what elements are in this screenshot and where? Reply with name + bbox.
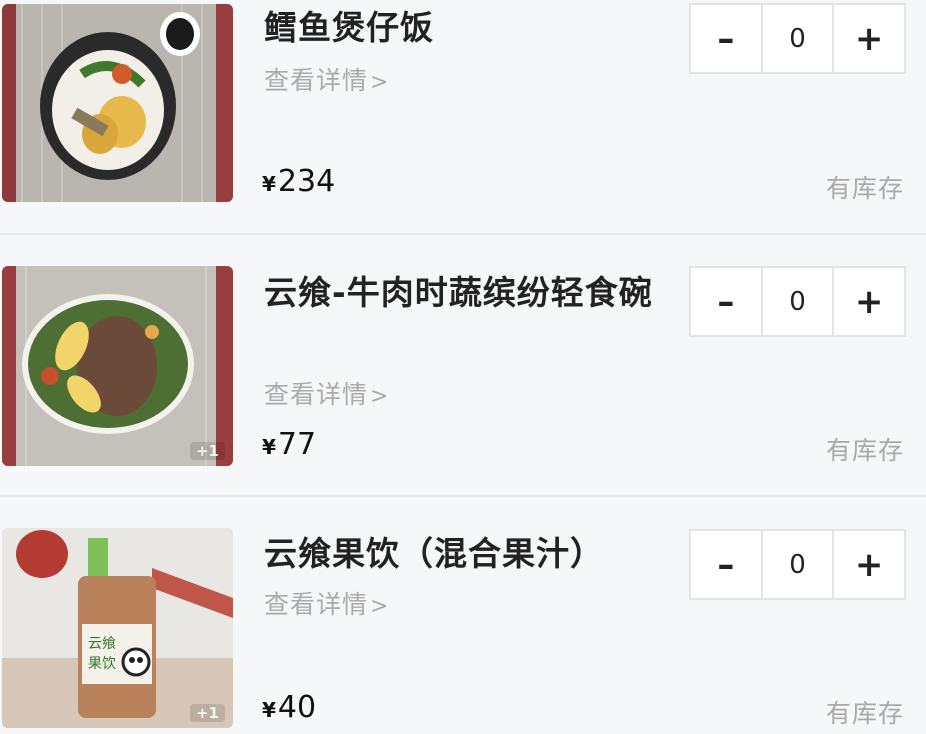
quantity-stepper: – 0 + — [689, 529, 906, 600]
product-price: ¥40 — [262, 690, 316, 725]
list-item: +1 云飨-牛肉时蔬缤纷轻食碗 查看详情> ¥77 有库存 – 0 + — [0, 235, 926, 497]
quantity-value[interactable]: 0 — [760, 5, 835, 72]
view-details-label: 查看详情 — [264, 380, 369, 409]
product-image[interactable]: 云飨 果饮 +1 — [2, 528, 233, 728]
product-name: 云飨-牛肉时蔬缤纷轻食碗 — [264, 273, 653, 312]
decrement-button[interactable]: – — [691, 268, 761, 335]
product-name: 鳕鱼煲仔饭 — [264, 8, 434, 47]
product-price: ¥234 — [262, 164, 335, 199]
list-item: 鳕鱼煲仔饭 查看详情> ¥234 有库存 – 0 + — [0, 0, 926, 235]
view-details-label: 查看详情 — [264, 590, 369, 619]
product-name: 云飨果饮（混合果汁） — [264, 534, 604, 573]
svg-text:果饮: 果饮 — [88, 656, 116, 672]
quantity-value[interactable]: 0 — [760, 531, 835, 598]
chevron-right-icon: > — [370, 384, 390, 409]
view-details-label: 查看详情 — [264, 66, 369, 95]
price-value: 40 — [277, 690, 317, 725]
currency-symbol: ¥ — [262, 698, 276, 722]
view-details-link[interactable]: 查看详情> — [264, 585, 389, 621]
stock-status: 有库存 — [825, 699, 904, 728]
chevron-right-icon: > — [370, 70, 390, 95]
price-value: 77 — [277, 427, 317, 462]
increment-button[interactable]: + — [834, 531, 904, 598]
image-count-badge: +1 — [189, 442, 225, 460]
product-image[interactable] — [2, 4, 233, 202]
product-price: ¥77 — [262, 427, 316, 462]
increment-button[interactable]: + — [834, 268, 904, 335]
svg-text:云飨: 云飨 — [88, 636, 116, 652]
stock-status: 有库存 — [825, 436, 904, 465]
chevron-right-icon: > — [370, 594, 390, 619]
stock-status: 有库存 — [825, 174, 904, 203]
image-count-badge: +1 — [189, 704, 225, 722]
quantity-stepper: – 0 + — [689, 266, 906, 337]
quantity-value[interactable]: 0 — [760, 268, 835, 335]
view-details-link[interactable]: 查看详情> — [264, 61, 389, 97]
increment-button[interactable]: + — [834, 5, 904, 72]
price-value: 234 — [277, 164, 336, 199]
product-image[interactable]: +1 — [2, 266, 233, 466]
list-item: 云飨 果饮 +1 云飨果饮（混合果汁） 查看详情> ¥40 有库存 – 0 + — [0, 497, 926, 734]
view-details-link[interactable]: 查看详情> — [264, 375, 389, 411]
product-list: 鳕鱼煲仔饭 查看详情> ¥234 有库存 – 0 + +1 云飨-牛肉时蔬缤纷轻… — [0, 0, 926, 734]
decrement-button[interactable]: – — [691, 531, 761, 598]
currency-symbol: ¥ — [262, 172, 276, 196]
decrement-button[interactable]: – — [691, 5, 761, 72]
quantity-stepper: – 0 + — [689, 3, 906, 74]
currency-symbol: ¥ — [262, 435, 276, 459]
